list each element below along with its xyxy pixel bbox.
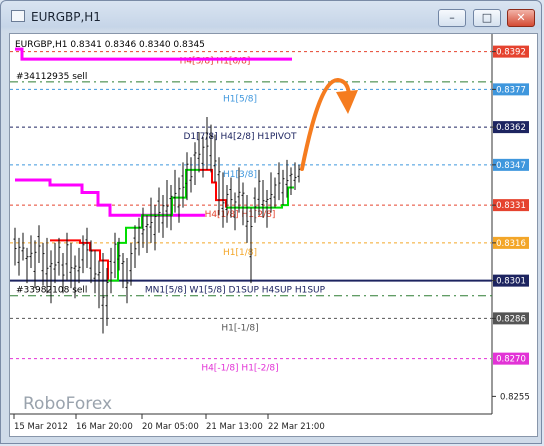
price-tag-label: 0.8331 — [496, 201, 526, 211]
x-tick-label: 15 Mar 2012 — [14, 422, 68, 432]
price-tag-label: 0.8377 — [496, 85, 526, 95]
chart-area[interactable]: H4[3/8] H1[6/8] H1[5/8] D1[7/8] H4[2/8] H1… — [9, 33, 538, 437]
level-label: H1[1/8] — [223, 248, 257, 258]
close-button[interactable]: ✕ — [507, 9, 535, 27]
price-tag-label: 0.8301 — [496, 277, 526, 287]
price-tag-label: 0.8286 — [496, 314, 526, 324]
order-label: #33982108 sell — [16, 286, 87, 296]
level-label: MN1[5/8] W1[5/8] D1SUP H4SUP H1SUP — [145, 286, 326, 296]
price-tag-label: 0.8347 — [496, 161, 526, 171]
price-tag-label: 0.8392 — [496, 48, 526, 58]
price-axis-ticks: 0.8255 — [492, 51, 530, 402]
level-label: H4[-1/8] H1[-2/8] — [201, 364, 278, 374]
chart-svg[interactable]: H4[3/8] H1[6/8]H1[5/8]D1[7/8] H4[2/8] H1… — [10, 34, 538, 436]
level-label: H1[-1/8] — [221, 323, 258, 333]
price-tags: 0.8392 0.8377 0.8362 0.8347 0.8331 0.8316 0.83… — [493, 45, 529, 365]
level-label: H1[3/8] — [223, 170, 257, 180]
price-tag-label: 0.8270 — [496, 355, 526, 365]
price-tag-label: 0.8362 — [496, 123, 526, 133]
y-tick-label: 0.8255 — [500, 392, 530, 402]
chart-symbol-label: EURGBP,H1 0.8341 0.8346 0.8340 0.8345 — [15, 40, 205, 50]
price-tag-label: 0.8316 — [496, 239, 526, 249]
level-label: H4[1/8] H1[2/8] — [205, 210, 276, 220]
order-label: #34112935 sell — [16, 72, 87, 82]
maximize-button[interactable]: □ — [473, 9, 501, 27]
roboforex-watermark: RoboForex — [23, 394, 113, 414]
minimize-button[interactable]: – — [438, 9, 466, 27]
x-tick-label: 20 Mar 05:00 — [142, 422, 199, 432]
x-tick-label: 22 Mar 21:00 — [268, 422, 325, 432]
level-label: D1[7/8] H4[2/8] H1PIVOT — [183, 132, 297, 142]
x-tick-label: 16 Mar 20:00 — [76, 422, 133, 432]
ohlc-values: 0.8341 0.8346 0.8340 0.8345 — [70, 40, 205, 50]
level-label: H1[5/8] — [223, 94, 257, 104]
window-title: EURGBP,H1 — [31, 10, 101, 24]
chart-window: EURGBP,H1 – □ ✕ H4[3/8] H1[6/8] H1[5/8] D1… — [0, 0, 542, 444]
title-bar[interactable]: EURGBP,H1 – □ ✕ — [1, 1, 541, 33]
x-tick-label: 21 Mar 13:00 — [206, 422, 263, 432]
chart-window-icon — [11, 10, 25, 22]
time-axis-ticks: 15 Mar 2012 16 Mar 20:00 20 Mar 05:00 21 Ma… — [13, 414, 325, 432]
